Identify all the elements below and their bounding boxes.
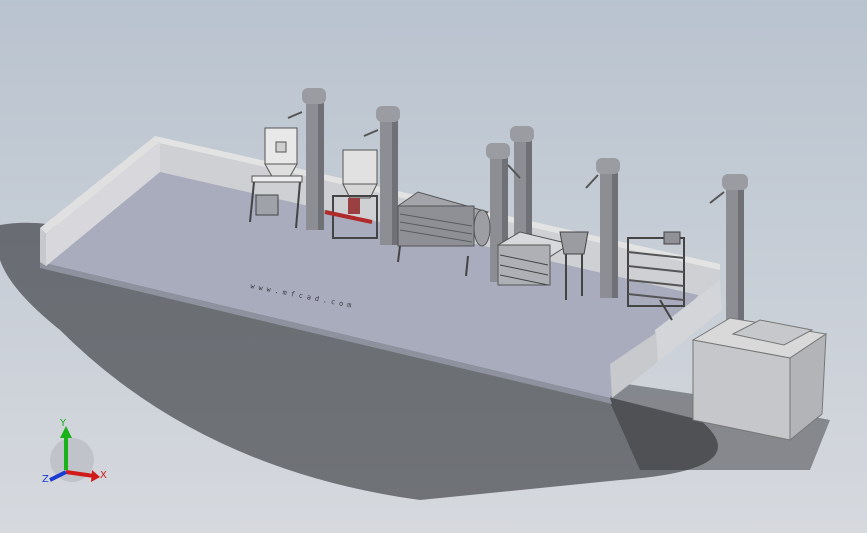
z-axis-label: Z [42,474,49,485]
storage-tank[interactable] [691,317,828,442]
x-axis-head [91,470,100,482]
y-axis-label: Y [59,418,67,429]
cad-viewport[interactable]: www.mfcad.com Y X Z [0,0,867,533]
orientation-triad: Y X Z [42,418,107,485]
x-axis-label: X [100,470,107,481]
